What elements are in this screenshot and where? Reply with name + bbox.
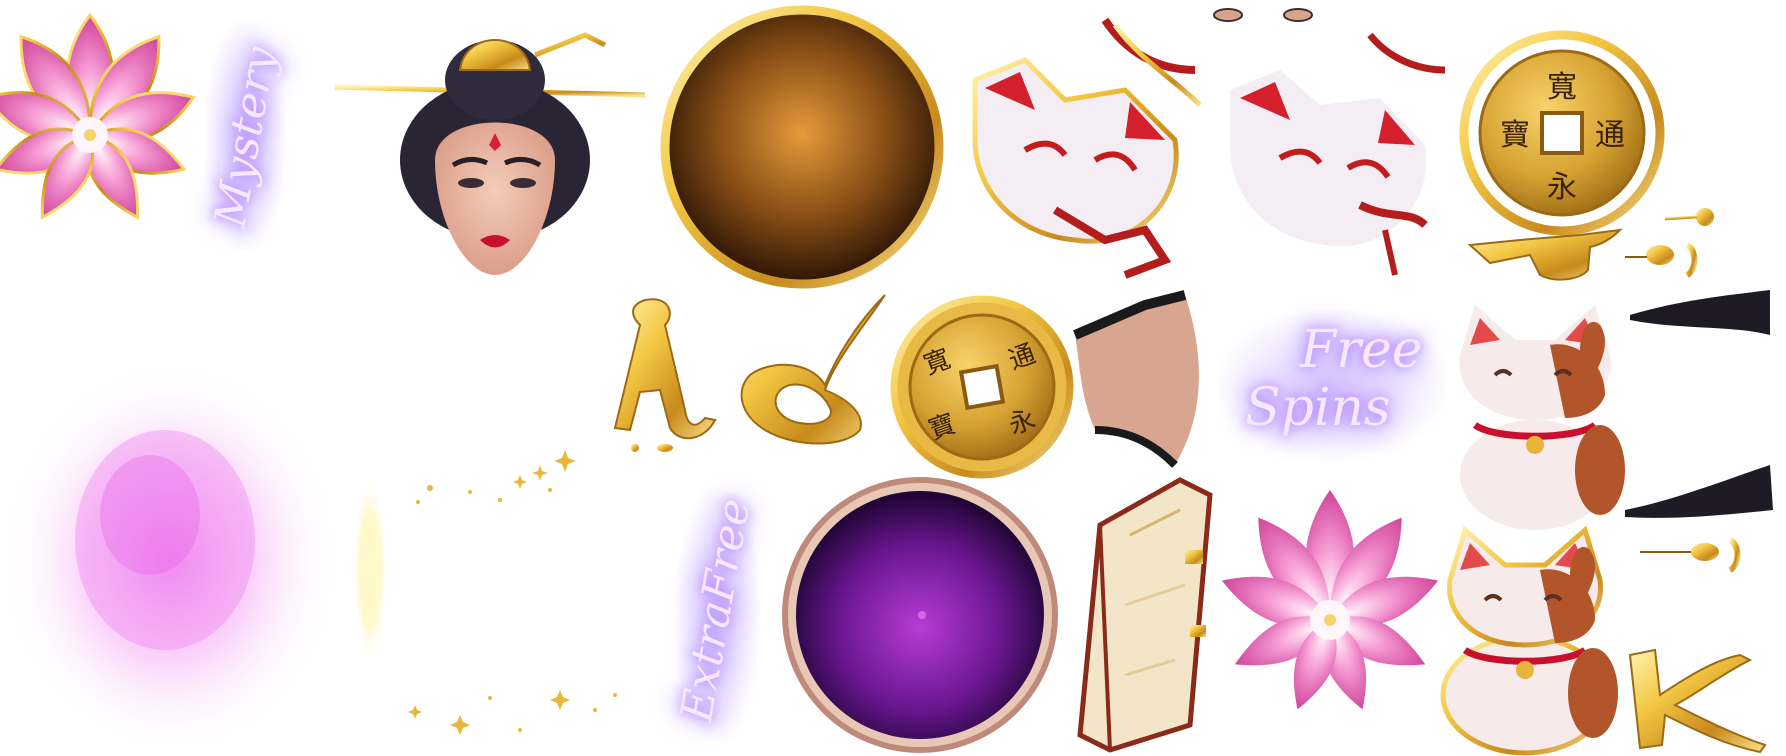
sparkles-icon <box>408 440 640 750</box>
hairpin-ornament-icon <box>1625 205 1720 280</box>
svg-text:寶: 寶 <box>1500 118 1530 153</box>
fox-mask-icon <box>955 10 1205 285</box>
hair-tassel-icon <box>1625 465 1775 525</box>
maneki-neko-icon <box>1425 525 1625 756</box>
geisha-icon <box>325 15 655 280</box>
fox-mask-icon <box>1210 10 1460 285</box>
purple-orb-icon <box>780 475 1060 755</box>
svg-text:通: 通 <box>1595 118 1625 153</box>
letter-q-icon <box>735 290 890 450</box>
coin-char: 寬 <box>1547 70 1577 105</box>
hairpin-ornament-icon <box>1640 530 1750 580</box>
eyelash-icon <box>1210 5 1320 25</box>
svg-text:永: 永 <box>1547 170 1577 205</box>
book-icon <box>1070 475 1225 755</box>
spins-label: Spins <box>1245 378 1391 438</box>
hair-tassel-icon <box>1630 290 1775 360</box>
maneki-neko-icon <box>1435 300 1630 530</box>
letter-k-icon <box>1620 640 1770 755</box>
free-label: Free <box>1300 320 1423 380</box>
coin-icon: 通 寬 永 寶 <box>890 295 1075 480</box>
lotus-icon <box>0 5 196 250</box>
lotus-icon <box>1221 485 1439 750</box>
mask-fragment-icon <box>1073 290 1205 470</box>
letter-a-icon <box>613 290 725 455</box>
light-streak-icon <box>350 470 390 670</box>
pink-smoke-icon <box>0 285 345 745</box>
letter-j-icon <box>1460 225 1635 285</box>
bronze-orb-icon <box>660 5 945 290</box>
